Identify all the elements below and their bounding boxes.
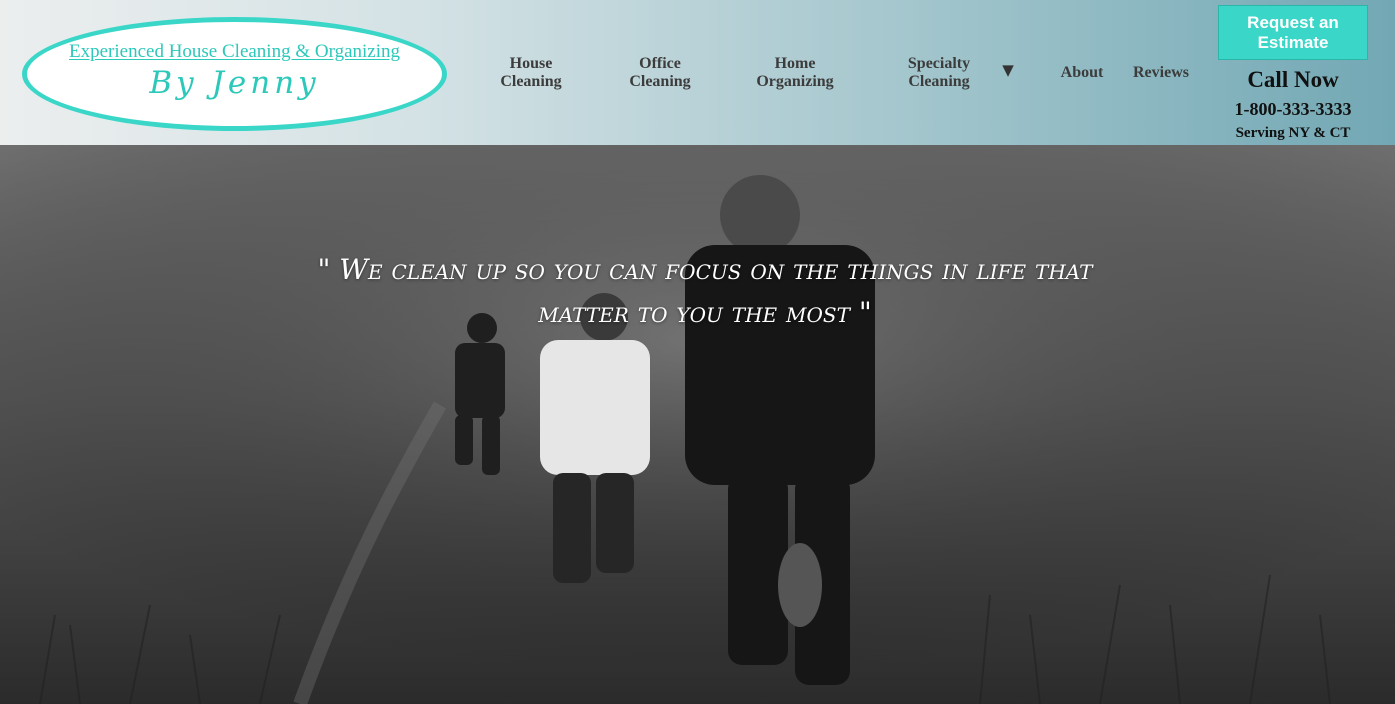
nav-house-cleaning-line2: Cleaning	[500, 73, 562, 90]
nav-office-cleaning-line1: Office	[639, 55, 681, 72]
nav-home-organizing-line2: Organizing	[756, 73, 834, 90]
hero-quote: " We clean up so you can focus on the th…	[150, 248, 1260, 334]
nav-office-cleaning-line2: Cleaning	[629, 73, 691, 90]
call-now-heading: Call Now	[1247, 67, 1339, 92]
logo[interactable]: Experienced House Cleaning & Organizing …	[22, 17, 447, 131]
nav-house-cleaning-line1: House	[509, 55, 553, 72]
service-area: Serving NY & CT	[1235, 125, 1351, 141]
hero-quote-line1: " We clean up so you can focus on the th…	[317, 253, 1093, 286]
request-estimate-line1: Request an	[1247, 12, 1339, 32]
phone-number[interactable]: 1-800-333-3333	[1218, 99, 1368, 120]
site-header: Experienced House Cleaning & Organizing …	[0, 0, 1395, 145]
nav-reviews[interactable]: Reviews	[1129, 64, 1193, 82]
nav-specialty-cleaning-line1: Specialty	[907, 55, 971, 72]
nav-specialty-cleaning-line2: Cleaning	[908, 73, 970, 90]
logo-subtitle: By Jenny	[149, 65, 320, 101]
chevron-down-icon[interactable]: ▼	[999, 61, 1017, 79]
hero-quote-line2: matter to you the most "	[538, 296, 872, 329]
request-estimate-button[interactable]: Request an Estimate	[1218, 5, 1368, 60]
nav-home-organizing-line1: Home	[774, 55, 816, 72]
hero-photo	[0, 145, 1395, 704]
nav-house-cleaning[interactable]: House Cleaning	[496, 55, 566, 91]
logo-title[interactable]: Experienced House Cleaning & Organizing	[69, 41, 400, 63]
nav-home-organizing[interactable]: Home Organizing	[750, 55, 840, 91]
hero-banner: " We clean up so you can focus on the th…	[0, 145, 1395, 704]
request-estimate-line2: Estimate	[1257, 32, 1329, 52]
nav-about[interactable]: About	[1058, 64, 1106, 82]
nav-office-cleaning[interactable]: Office Cleaning	[623, 55, 697, 91]
nav-specialty-cleaning[interactable]: Specialty Cleaning	[902, 55, 976, 91]
